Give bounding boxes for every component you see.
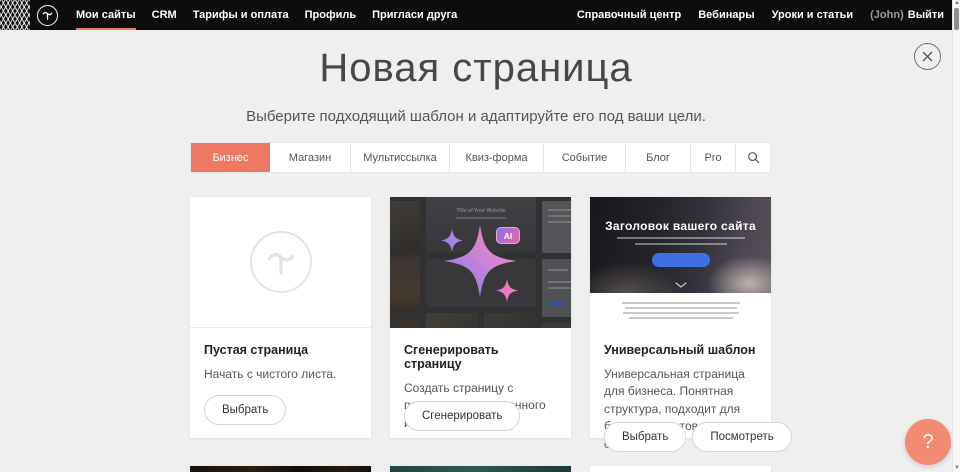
nav-webinars[interactable]: Вебинары (698, 9, 754, 21)
template-card-partial[interactable] (190, 466, 371, 472)
tab-business-label: Бизнес (212, 152, 248, 164)
template-cards-row-2 (190, 466, 771, 472)
tilda-watermark (250, 231, 312, 293)
scrollbar-thumb[interactable] (954, 8, 959, 30)
template-text-line (622, 302, 740, 304)
template-card-partial[interactable] (590, 466, 771, 472)
nav-invite-friend[interactable]: Пригласи друга (364, 0, 465, 30)
tab-search[interactable] (736, 143, 770, 172)
secondary-nav: Справочный центр Вебинары Уроки и статьи… (577, 0, 944, 30)
scroll-down-arrow[interactable]: ▼ (954, 466, 959, 471)
select-blank-button[interactable]: Выбрать (204, 395, 286, 425)
tab-event-label: Событие (562, 152, 608, 164)
tab-pro[interactable]: Pro (691, 143, 736, 172)
template-hero-button (652, 253, 710, 267)
tab-pro-label: Pro (704, 152, 721, 164)
nav-profile-label: Профиль (305, 9, 356, 21)
question-icon: ? (922, 431, 933, 454)
card-actions: Выбрать (204, 395, 286, 425)
universal-template-preview[interactable]: Заголовок вашего сайта (590, 197, 771, 328)
tab-store-label: Магазин (289, 152, 331, 164)
nav-my-sites[interactable]: Мои сайты (68, 0, 144, 30)
universal-template-info: Универсальный шаблон Универсальная стран… (590, 328, 771, 465)
nav-lessons[interactable]: Уроки и статьи (772, 9, 854, 21)
card-ai-generate: Title of Your Website (390, 197, 571, 438)
page-title: Новая страница (0, 46, 952, 91)
template-hero-content: Заголовок вашего сайта (590, 219, 771, 267)
new-page-modal: Мои сайты CRM Тарифы и оплата Профиль Пр… (0, 0, 960, 472)
tilda-watermark-icon (263, 244, 299, 280)
background-texture (0, 0, 30, 30)
nav-pricing-label: Тарифы и оплата (193, 9, 289, 21)
primary-nav: Мои сайты CRM Тарифы и оплата Профиль Пр… (68, 0, 465, 30)
ai-sparkle-group: AI (390, 197, 571, 328)
tab-quiz-form-label: Квиз-форма (465, 152, 527, 164)
user-session: (John) Выйти (870, 9, 944, 21)
user-name: (John) (870, 9, 904, 21)
tab-event[interactable]: Событие (544, 143, 626, 172)
template-category-tabs: Бизнес Магазин Мультиссылка Квиз-форма С… (190, 142, 771, 173)
tab-blog-label: Блог (646, 152, 670, 164)
ai-generate-preview[interactable]: Title of Your Website (390, 197, 571, 328)
blank-page-preview[interactable] (190, 197, 371, 328)
scroll-up-arrow[interactable]: ▲ (954, 1, 959, 6)
close-icon (922, 51, 933, 62)
template-hero-title: Заголовок вашего сайта (590, 219, 771, 233)
template-text-line (629, 317, 733, 319)
nav-crm[interactable]: CRM (144, 0, 185, 30)
tab-business[interactable]: Бизнес (191, 143, 270, 172)
tilda-logo-icon (41, 9, 54, 22)
select-template-button[interactable]: Выбрать (604, 422, 686, 452)
template-hero-line (635, 243, 727, 245)
tab-blog[interactable]: Блог (626, 143, 691, 172)
help-button[interactable]: ? (905, 419, 951, 465)
preview-template-button[interactable]: Посмотреть (692, 422, 791, 452)
ai-generate-info: Сгенерировать страницу Создать страницу … (390, 328, 571, 444)
logout-link[interactable]: Выйти (908, 9, 944, 21)
page-scrollbar[interactable]: ▲ ▼ (952, 0, 960, 472)
tab-multilink[interactable]: Мультиссылка (351, 143, 450, 172)
tab-store[interactable]: Магазин (270, 143, 351, 172)
nav-crm-label: CRM (152, 9, 177, 21)
template-card-partial[interactable] (390, 466, 571, 472)
blank-page-info: Пустая страница Начать с чистого листа. … (190, 328, 371, 438)
card-blank-page: Пустая страница Начать с чистого листа. … (190, 197, 371, 438)
nav-pricing[interactable]: Тарифы и оплата (185, 0, 297, 30)
template-text-line (623, 312, 739, 314)
template-hero: Заголовок вашего сайта (590, 197, 771, 293)
nav-invite-friend-label: Пригласи друга (372, 9, 457, 21)
template-text-line (625, 307, 737, 309)
tilda-logo[interactable] (37, 5, 58, 26)
nav-help-center[interactable]: Справочный центр (577, 9, 681, 21)
generate-button[interactable]: Сгенерировать (404, 401, 520, 431)
card-title: Пустая страница (204, 343, 357, 357)
nav-profile[interactable]: Профиль (297, 0, 364, 30)
top-navigation-bar: Мои сайты CRM Тарифы и оплата Профиль Пр… (0, 0, 960, 30)
search-icon (747, 151, 760, 164)
nav-my-sites-label: Мои сайты (76, 9, 136, 21)
tab-quiz-form[interactable]: Квиз-форма (450, 143, 544, 172)
card-description: Начать с чистого листа. (204, 366, 357, 383)
ai-sparkle-icon (390, 197, 571, 328)
card-title: Универсальный шаблон (604, 343, 757, 357)
template-text-section (590, 293, 771, 328)
ai-badge: AI (496, 227, 520, 244)
close-button[interactable] (914, 43, 941, 70)
tab-multilink-label: Мультиссылка (363, 152, 437, 164)
card-title: Сгенерировать страницу (404, 343, 557, 371)
page-subtitle: Выберите подходящий шаблон и адаптируйте… (0, 108, 952, 125)
card-actions: Выбрать Посмотреть (604, 422, 792, 452)
template-cards-row: Пустая страница Начать с чистого листа. … (190, 197, 771, 438)
card-actions: Сгенерировать (404, 401, 520, 431)
chevron-down-icon (675, 282, 687, 288)
template-hero-line (617, 237, 745, 239)
card-universal-template: Заголовок вашего сайта (590, 197, 771, 438)
